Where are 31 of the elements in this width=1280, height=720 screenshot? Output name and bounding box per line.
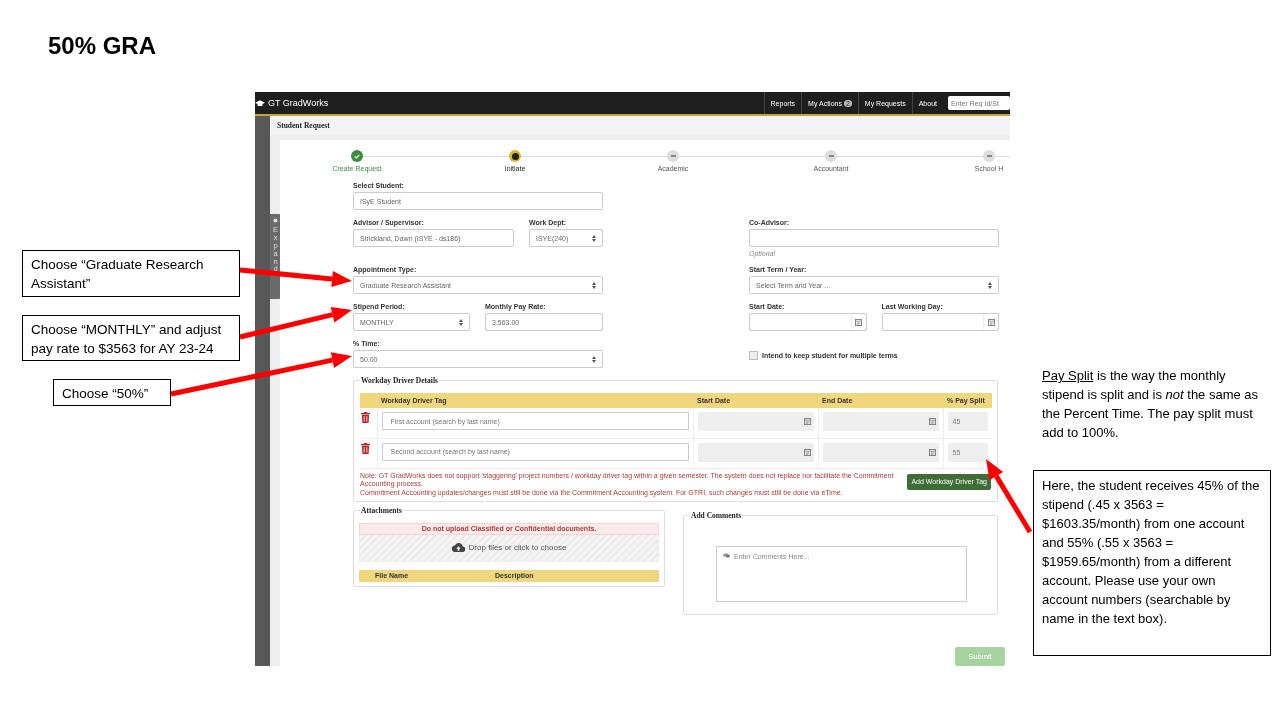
note-box: Here, the student receives 45% of the stipend (.45 x 3563 = $1603.35/month) from one account and 55% (.55 x 3563 = $1959.65/month) from a different account. Please use your own account numbers (searchable by name in the text box). bbox=[1033, 470, 1271, 656]
text-field[interactable] bbox=[749, 229, 999, 247]
trash-icon[interactable] bbox=[361, 442, 370, 454]
cloud-upload-icon bbox=[451, 543, 465, 553]
calendar-icon bbox=[803, 418, 811, 425]
slide-title: 50% GRA bbox=[48, 32, 157, 60]
graduation-cap-icon bbox=[255, 99, 265, 107]
calendar-icon bbox=[928, 448, 936, 456]
sort-caret-icon bbox=[592, 281, 596, 289]
date-field[interactable] bbox=[822, 442, 939, 462]
sort-caret-icon bbox=[592, 355, 596, 363]
calendar-icon bbox=[803, 448, 811, 456]
app-brand[interactable]: GT GradWorks bbox=[268, 98, 329, 108]
sort-caret-icon bbox=[988, 281, 992, 289]
checkbox[interactable] bbox=[749, 350, 758, 360]
callout-box: Choose “50%” bbox=[53, 379, 171, 406]
date-field[interactable] bbox=[749, 313, 867, 331]
sort-caret-icon bbox=[592, 234, 596, 242]
date-field[interactable] bbox=[822, 412, 939, 431]
chat-icon bbox=[723, 552, 730, 558]
callout-box: Choose “MONTHLY” and adjust pay rate to $3563 for AY 23-24 bbox=[22, 315, 240, 361]
note-text: Pay Split is the way the monthly stipend is split and is not the same as the Percent Time. The pay split must add to 100%. bbox=[1042, 367, 1260, 442]
calendar-icon bbox=[928, 418, 936, 425]
calendar-icon bbox=[855, 318, 862, 326]
trash-icon[interactable] bbox=[361, 412, 370, 423]
sort-caret-icon bbox=[459, 318, 463, 326]
callout-box: Choose “Graduate Research Assistant” bbox=[22, 250, 240, 297]
date-field[interactable] bbox=[881, 313, 999, 331]
circle-icon bbox=[273, 218, 278, 223]
drop-zone[interactable]: Drop files or click to choose bbox=[359, 534, 659, 562]
calendar-icon bbox=[987, 318, 995, 326]
